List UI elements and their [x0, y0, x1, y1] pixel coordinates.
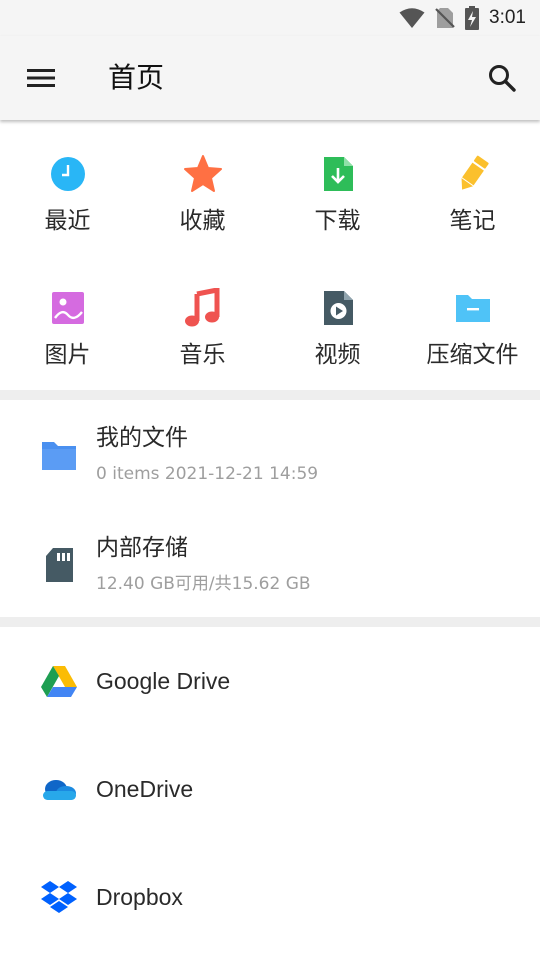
sd-card-icon: [46, 548, 73, 582]
category-downloads[interactable]: 下载: [270, 122, 405, 256]
storage-title: 我的文件: [96, 425, 188, 451]
section-divider: [0, 390, 540, 400]
archive-icon: [455, 295, 490, 322]
menu-button[interactable]: [24, 64, 60, 92]
no-sim-icon: [435, 8, 455, 28]
dropbox-icon: [41, 881, 77, 913]
search-button[interactable]: [486, 62, 518, 94]
pencil-icon: [461, 155, 489, 190]
menu-icon: [27, 69, 55, 87]
category-favorites[interactable]: 收藏: [135, 122, 270, 256]
category-label: 音乐: [179, 342, 226, 368]
category-notes[interactable]: 笔记: [405, 122, 540, 256]
google-drive-icon: [41, 666, 77, 697]
cloud-google-drive[interactable]: Google Drive: [0, 627, 540, 735]
wifi-icon: [399, 8, 425, 28]
category-videos[interactable]: 视频: [270, 256, 405, 390]
category-label: 笔记: [449, 208, 496, 234]
category-archives[interactable]: 压缩文件: [405, 256, 540, 390]
cloud-onedrive[interactable]: OneDrive: [0, 735, 540, 843]
cloud-label: OneDrive: [96, 776, 194, 802]
storage-title: 内部存储: [96, 535, 188, 561]
category-recent[interactable]: 最近: [0, 122, 135, 256]
section-divider: [0, 617, 540, 627]
status-icons: 3:01: [399, 6, 526, 30]
image-icon: [51, 292, 84, 324]
category-images[interactable]: 图片: [0, 256, 135, 390]
category-label: 图片: [44, 342, 91, 368]
category-label: 压缩文件: [426, 342, 519, 368]
star-icon: [183, 155, 222, 192]
battery-charging-icon: [465, 6, 480, 30]
category-label: 最近: [44, 208, 91, 234]
cloud-dropbox[interactable]: Dropbox: [0, 843, 540, 951]
category-label: 视频: [314, 342, 361, 368]
status-bar: 3:01: [0, 0, 540, 36]
video-icon: [323, 291, 353, 325]
search-icon: [489, 65, 516, 92]
storage-internal[interactable]: 内部存储 12.40 GB可用/共15.62 GB: [0, 510, 540, 620]
folder-icon: [42, 442, 76, 470]
storage-subtitle: 0 items 2021-12-21 14:59: [96, 464, 319, 484]
onedrive-icon: [43, 780, 76, 800]
status-time: 3:01: [489, 7, 526, 28]
clock-icon: [50, 157, 85, 191]
cloud-label: Dropbox: [96, 884, 183, 910]
app-bar: 首页: [0, 36, 540, 120]
storage-subtitle: 12.40 GB可用/共15.62 GB: [96, 574, 311, 594]
download-icon: [323, 157, 353, 191]
storage-my-files[interactable]: 我的文件 0 items 2021-12-21 14:59: [0, 400, 540, 510]
category-label: 下载: [314, 208, 361, 234]
music-icon: [184, 288, 219, 327]
cloud-label: Google Drive: [96, 668, 231, 694]
category-music[interactable]: 音乐: [135, 256, 270, 390]
category-grid: 最近 收藏 下载 笔记 图片 音乐 视频 压缩文件: [0, 122, 540, 390]
page-title: 首页: [108, 61, 165, 94]
category-label: 收藏: [179, 208, 226, 234]
